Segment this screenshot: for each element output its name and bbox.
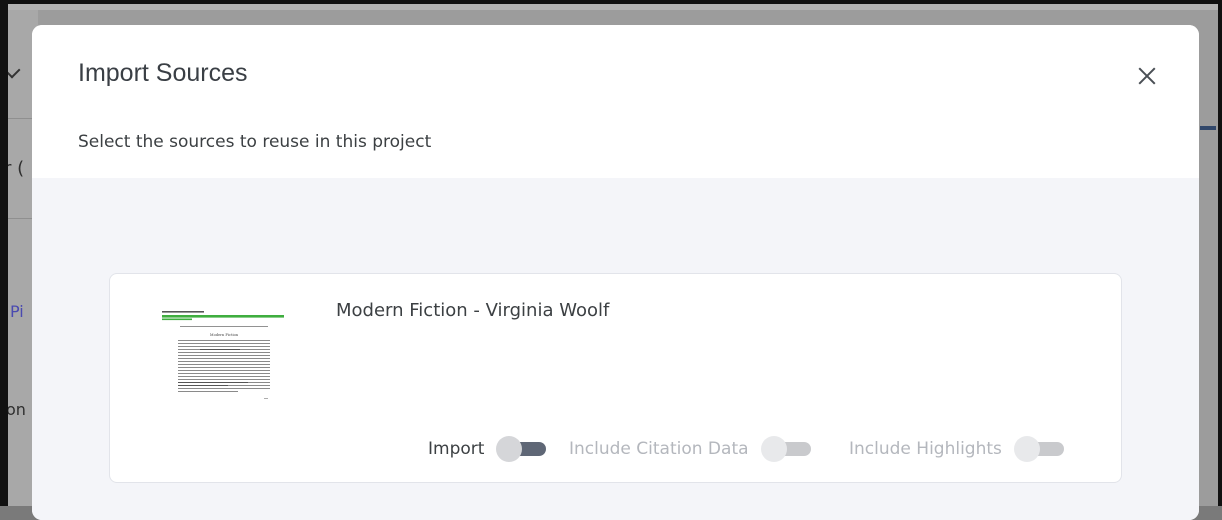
- include-citation-data-toggle[interactable]: [760, 436, 811, 462]
- dialog-title: Import Sources: [78, 59, 248, 87]
- background-accent-bar: [1200, 126, 1216, 130]
- dialog-body: Modern Fiction Modern Fiction - Virginia…: [32, 178, 1199, 520]
- close-icon: [1137, 66, 1157, 86]
- window-frame: [0, 0, 1222, 4]
- source-card: Modern Fiction Modern Fiction - Virginia…: [109, 273, 1122, 483]
- import-sources-dialog: Import Sources Select the sources to reu…: [32, 25, 1199, 520]
- source-title: Modern Fiction - Virginia Woolf: [336, 300, 610, 321]
- thumbnail-heading: Modern Fiction: [210, 333, 239, 337]
- import-label: Import: [428, 439, 485, 459]
- toggle-knob: [496, 436, 523, 462]
- import-toggle[interactable]: [496, 436, 547, 462]
- toggle-knob: [760, 436, 787, 462]
- document-thumbnail: Modern Fiction: [162, 311, 284, 399]
- citation-toggle-group: Include Citation Data: [569, 436, 811, 462]
- window-frame: [1218, 0, 1222, 506]
- include-highlights-toggle[interactable]: [1013, 436, 1064, 462]
- window-frame: [0, 0, 8, 506]
- close-button[interactable]: [1132, 61, 1162, 91]
- background-link: Pi: [10, 302, 24, 321]
- toggle-knob: [1013, 436, 1040, 462]
- highlights-toggle-group: Include Highlights: [849, 436, 1064, 462]
- background-text: on: [6, 400, 26, 419]
- dialog-header: Import Sources Select the sources to reu…: [32, 25, 1199, 178]
- include-citation-data-label: Include Citation Data: [569, 439, 749, 459]
- dialog-subtitle: Select the sources to reuse in this proj…: [78, 132, 432, 152]
- import-toggle-group: Import: [428, 436, 547, 462]
- include-highlights-label: Include Highlights: [849, 439, 1002, 459]
